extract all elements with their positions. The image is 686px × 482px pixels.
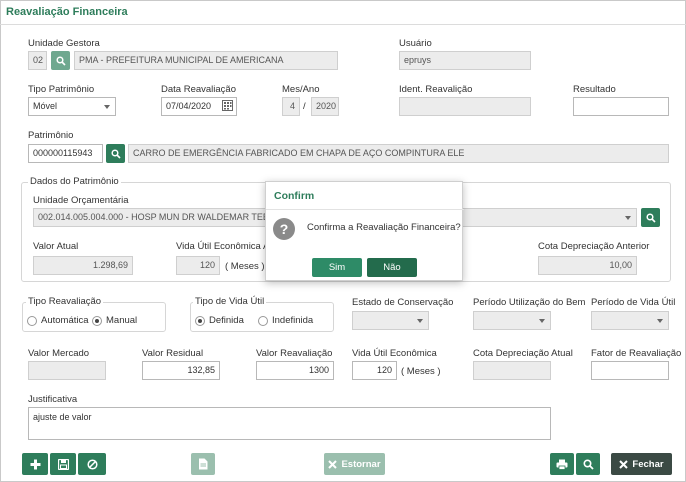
add-button[interactable]: [22, 453, 48, 475]
ban-icon: [86, 458, 98, 470]
printer-icon: [556, 459, 568, 470]
search-icon: [110, 148, 121, 159]
dados-patrimonio-legend: Dados do Patrimônio: [28, 176, 121, 187]
valor-mercado-field: [28, 361, 106, 380]
radio-definida-dot: [195, 315, 205, 326]
justificativa-textarea[interactable]: ajuste de valor: [28, 407, 551, 440]
save-button[interactable]: [50, 453, 76, 475]
floppy-icon: [57, 458, 69, 470]
radio-manual-label: Manual: [106, 315, 138, 326]
close-icon: [619, 459, 629, 469]
fechar-label: Fechar: [632, 458, 664, 470]
patrimonio-code-field[interactable]: 000000115943: [28, 144, 103, 163]
cota-atual-label: Cota Depreciação Atual: [473, 348, 573, 359]
estado-conservacao-label: Estado de Conservação: [352, 297, 454, 308]
valor-reavaliacao-label: Valor Reavaliação: [256, 348, 333, 359]
radio-manual-dot: [92, 315, 102, 326]
fechar-button[interactable]: Fechar: [611, 453, 672, 475]
fator-reavaliacao-field[interactable]: [591, 361, 669, 380]
dialog-divider: [266, 209, 464, 210]
calendar-icon[interactable]: [222, 100, 233, 111]
radio-indefinida[interactable]: Indefinida: [258, 315, 313, 326]
radio-automatica-dot: [27, 315, 37, 326]
periodo-utilizacao-label: Período Utilização do Bem: [473, 297, 586, 308]
valor-mercado-label: Valor Mercado: [28, 348, 90, 359]
patrimonio-search-button[interactable]: [106, 144, 125, 163]
valor-residual-field[interactable]: 132,85: [142, 361, 220, 380]
tipo-reavaliacao-label: Tipo Reavaliação: [26, 296, 104, 307]
dialog-yes-button[interactable]: Sim: [312, 258, 362, 277]
dialog-no-button[interactable]: Não: [367, 258, 417, 277]
vida-util-economica-field[interactable]: 120: [352, 361, 397, 380]
search-icon: [582, 458, 594, 470]
vida-util-anterior-field: 120: [176, 256, 220, 275]
periodo-utilizacao-select[interactable]: [473, 311, 551, 330]
document-button[interactable]: [191, 453, 215, 475]
tipo-patrimonio-label: Tipo Patrimônio: [28, 84, 95, 95]
tipo-vida-util-label: Tipo de Vida Útil: [193, 296, 267, 307]
valor-residual-label: Valor Residual: [142, 348, 204, 359]
mes-field: 4: [282, 97, 300, 116]
search-icon: [55, 55, 66, 66]
dialog-title: Confirm: [274, 190, 315, 202]
radio-definida-label: Definida: [209, 315, 244, 326]
ident-reavaliacao-label: Ident. Reavalição: [399, 84, 473, 95]
periodo-vida-util-label: Período de Vida Útil: [591, 297, 676, 308]
plus-icon: [30, 459, 40, 469]
vida-util-economica-label: Vida Útil Econômica: [352, 348, 437, 359]
fator-reavaliacao-label: Fator de Reavaliação: [591, 348, 682, 359]
radio-manual[interactable]: Manual: [92, 315, 137, 326]
radio-indefinida-dot: [258, 315, 268, 326]
radio-automatica[interactable]: Automática: [27, 315, 89, 326]
ano-field: 2020: [311, 97, 339, 116]
unidade-orcamentaria-label: Unidade Orçamentária: [33, 195, 129, 206]
valor-atual-label: Valor Atual: [33, 241, 79, 252]
unidade-gestora-label: Unidade Gestora: [28, 38, 100, 49]
vida-util-anterior-unit: ( Meses ): [225, 261, 265, 272]
unidade-orcamentaria-search-button[interactable]: [641, 208, 660, 227]
vida-util-anterior-label: Vida Útil Econômica An: [176, 241, 275, 252]
patrimonio-desc-field: CARRO DE EMERGÊNCIA FABRICADO EM CHAPA D…: [128, 144, 669, 163]
document-icon: [199, 458, 208, 470]
ident-reavaliacao-field: [399, 97, 531, 116]
mes-ano-separator: /: [303, 101, 306, 112]
cota-anterior-label: Cota Depreciação Anterior: [538, 241, 650, 252]
search-button[interactable]: [576, 453, 600, 475]
periodo-vida-util-select[interactable]: [591, 311, 669, 330]
resultado-field[interactable]: [573, 97, 669, 116]
vida-util-economica-unit: ( Meses ): [401, 366, 441, 377]
valor-reavaliacao-field[interactable]: 1300: [256, 361, 334, 380]
estado-conservacao-select[interactable]: [352, 311, 429, 330]
cota-atual-field: [473, 361, 551, 380]
unidade-gestora-name: PMA - PREFEITURA MUNICIPAL DE AMERICANA: [74, 51, 338, 70]
valor-atual-field: 1.298,69: [33, 256, 133, 275]
estornar-button[interactable]: Estornar: [324, 453, 385, 475]
close-icon: [328, 459, 338, 469]
justificativa-label: Justificativa: [28, 394, 78, 405]
search-icon: [645, 212, 656, 223]
data-reavaliacao-label: Data Reavaliação: [161, 84, 236, 95]
unidade-gestora-search-button[interactable]: [51, 51, 70, 70]
radio-automatica-label: Automática: [41, 315, 89, 326]
title-divider: [0, 24, 686, 25]
confirm-dialog: Confirm ? Confirma a Reavaliação Finance…: [265, 181, 464, 281]
mes-ano-label: Mes/Ano: [282, 84, 320, 95]
unidade-gestora-code: 02: [28, 51, 47, 70]
radio-definida[interactable]: Definida: [195, 315, 244, 326]
resultado-label: Resultado: [573, 84, 616, 95]
estornar-label: Estornar: [341, 458, 381, 470]
dialog-message: Confirma a Reavaliação Financeira?: [307, 222, 461, 233]
patrimonio-label: Patrimônio: [28, 130, 74, 141]
page-title: Reavaliação Financeira: [6, 6, 128, 18]
question-icon: ?: [273, 218, 295, 240]
usuario-label: Usuário: [399, 38, 432, 49]
tipo-patrimonio-select[interactable]: Móvel: [28, 97, 116, 116]
cota-anterior-field: 10,00: [538, 256, 637, 275]
print-button[interactable]: [550, 453, 574, 475]
radio-indefinida-label: Indefinida: [272, 315, 314, 326]
cancel-button[interactable]: [78, 453, 106, 475]
usuario-field: epruys: [399, 51, 531, 70]
